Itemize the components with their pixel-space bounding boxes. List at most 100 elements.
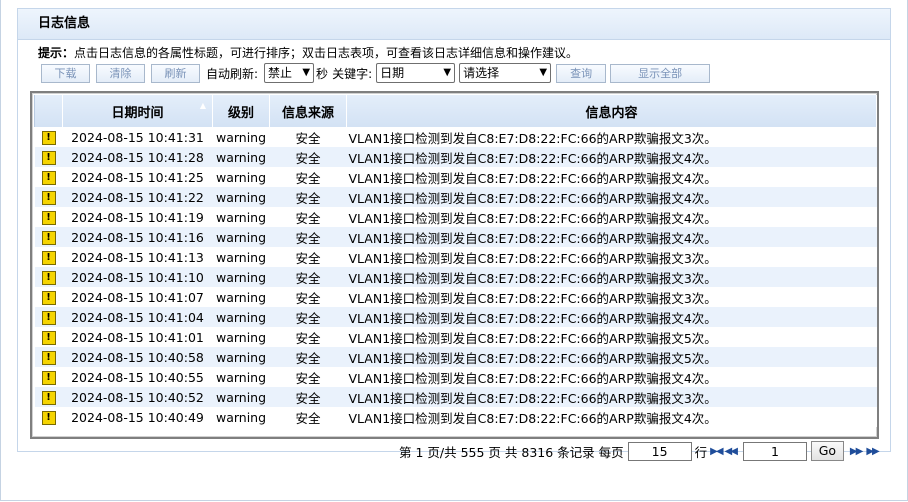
cell-message: VLAN1接口检测到发自C8:E7:D8:22:FC:66的ARP欺骗报文4次。 (346, 367, 877, 387)
header-level[interactable]: 级别 (212, 95, 270, 127)
cell-datetime: 2024-08-15 10:41:04 (62, 307, 213, 327)
cell-message: VLAN1接口检测到发自C8:E7:D8:22:FC:66的ARP欺骗报文4次。 (346, 307, 877, 327)
go-button[interactable]: Go (810, 441, 844, 461)
cell-datetime: 2024-08-15 10:40:55 (62, 367, 213, 387)
next-page-icon[interactable]: ▶▶ (850, 446, 863, 457)
clear-button[interactable]: 清除 (96, 63, 145, 83)
table-row[interactable]: ! 2024-08-15 10:40:49 warning 安全 VLAN1接口检测到发… (34, 407, 877, 427)
table-row[interactable]: ! 2024-08-15 10:41:16 warning 安全 VLAN1接口检测到发… (34, 227, 877, 247)
query-button[interactable]: 查询 (556, 63, 607, 83)
keyword-field-value: 日期 (380, 66, 405, 80)
cell-source: 安全 (269, 287, 347, 307)
warning-icon-cell: ! (34, 347, 63, 367)
auto-refresh-select[interactable]: 禁止 ▼ (264, 63, 315, 83)
cell-source: 安全 (269, 347, 347, 367)
cell-source: 安全 (269, 367, 347, 387)
warning-icon: ! (41, 130, 56, 145)
cell-datetime: 2024-08-15 10:41:13 (62, 247, 213, 267)
first-page-icon[interactable]: ▶◀ (710, 446, 723, 457)
table-row[interactable]: ! 2024-08-15 10:41:19 warning 安全 VLAN1接口检测到发… (34, 207, 877, 227)
cell-level: warning (212, 307, 270, 327)
warning-icon-cell: ! (34, 167, 63, 187)
warning-icon: ! (41, 190, 56, 205)
cell-source: 安全 (269, 207, 347, 227)
cell-datetime: 2024-08-15 10:41:28 (62, 147, 213, 167)
sort-icon: ▲ (199, 101, 206, 110)
table-row[interactable]: ! 2024-08-15 10:41:01 warning 安全 VLAN1接口检测到发… (34, 327, 877, 347)
cell-message: VLAN1接口检测到发自C8:E7:D8:22:FC:66的ARP欺骗报文3次。 (346, 387, 877, 407)
cell-source: 安全 (269, 327, 347, 347)
cell-level: warning (212, 187, 270, 207)
cell-level: warning (212, 167, 270, 187)
keyword-label: 关键字: (332, 66, 373, 81)
chevron-down-icon: ▼ (539, 67, 548, 78)
cell-datetime: 2024-08-15 10:41:10 (62, 267, 213, 287)
warning-icon: ! (41, 270, 56, 285)
warning-icon-cell: ! (34, 367, 63, 387)
header-icon-column (34, 95, 63, 127)
warning-icon: ! (41, 410, 56, 425)
table-row[interactable]: ! 2024-08-15 10:41:04 warning 安全 VLAN1接口检测到发… (34, 307, 877, 327)
warning-icon: ! (41, 290, 56, 305)
panel-title: 日志信息 (18, 9, 890, 40)
cell-source: 安全 (269, 247, 347, 267)
warning-icon: ! (41, 150, 56, 165)
refresh-button[interactable]: 刷新 (151, 63, 200, 83)
cell-source: 安全 (269, 167, 347, 187)
cell-datetime: 2024-08-15 10:41:22 (62, 187, 213, 207)
cell-datetime: 2024-08-15 10:41:01 (62, 327, 213, 347)
toolbar: 下载 清除 刷新 自动刷新: 禁止 ▼ 秒 关键字: 日期 ▼ 请选择 ▼ 查询 显示… (41, 63, 711, 83)
warning-icon: ! (41, 230, 56, 245)
warning-icon: ! (41, 390, 56, 405)
keyword-value-select[interactable]: 请选择 ▼ (459, 63, 552, 83)
chevron-down-icon: ▼ (302, 67, 311, 78)
cell-datetime: 2024-08-15 10:41:31 (62, 127, 213, 147)
table-row[interactable]: ! 2024-08-15 10:41:07 warning 安全 VLAN1接口检测到发… (34, 287, 877, 307)
table-row[interactable]: ! 2024-08-15 10:41:28 warning 安全 VLAN1接口检测到发… (34, 147, 877, 167)
cell-message: VLAN1接口检测到发自C8:E7:D8:22:FC:66的ARP欺骗报文4次。 (346, 187, 877, 207)
cell-source: 安全 (269, 187, 347, 207)
cell-level: warning (212, 407, 270, 427)
cell-datetime: 2024-08-15 10:41:25 (62, 167, 213, 187)
download-button[interactable]: 下载 (41, 63, 90, 83)
page-number-input[interactable]: 1 (742, 441, 807, 461)
table-row[interactable]: ! 2024-08-15 10:40:55 warning 安全 VLAN1接口检测到发… (34, 367, 877, 387)
last-page-icon[interactable]: ▶▶ (866, 446, 879, 457)
warning-icon: ! (41, 350, 56, 365)
table-row[interactable]: ! 2024-08-15 10:41:31 warning 安全 VLAN1接口检测到发… (34, 127, 877, 147)
log-table-container[interactable]: 日期时间 ▲ 级别 信息来源 信息内容 ! 2024-08-15 10:41:31 w… (30, 91, 879, 439)
show-all-button[interactable]: 显示全部 (610, 63, 711, 83)
log-panel: 日志信息 提示：点击日志信息的各属性标题，可进行排序；双击日志表项，可查看该日志… (17, 8, 891, 452)
table-row[interactable]: ! 2024-08-15 10:40:58 warning 安全 VLAN1接口检测到发… (34, 347, 877, 367)
cell-datetime: 2024-08-15 10:41:19 (62, 207, 213, 227)
table-row[interactable]: ! 2024-08-15 10:41:25 warning 安全 VLAN1接口检测到发… (34, 167, 877, 187)
hint-body: 点击日志信息的各属性标题，可进行排序；双击日志表项，可查看该日志详细信息和操作建… (74, 46, 579, 60)
cell-level: warning (212, 347, 270, 367)
keyword-value: 请选择 (463, 66, 500, 80)
keyword-field-select[interactable]: 日期 ▼ (376, 63, 456, 83)
per-page-input[interactable]: 15 (627, 441, 692, 461)
warning-icon-cell: ! (34, 307, 63, 327)
header-source[interactable]: 信息来源 (269, 95, 347, 127)
warning-icon-cell: ! (34, 127, 63, 147)
table-row[interactable]: ! 2024-08-15 10:41:13 warning 安全 VLAN1接口检测到发… (34, 247, 877, 267)
prev-page-icon[interactable]: ◀◀ (725, 446, 738, 457)
hint-label: 提示： (38, 46, 75, 60)
header-datetime[interactable]: 日期时间 ▲ (62, 95, 213, 127)
table-header-row: 日期时间 ▲ 级别 信息来源 信息内容 (34, 95, 877, 127)
cell-datetime: 2024-08-15 10:40:52 (62, 387, 213, 407)
header-message[interactable]: 信息内容 (346, 95, 877, 127)
pagination: 第 1 页/共 555 页 共 8316 条记录 每页 15 行 ▶◀ ◀◀ 1… (399, 441, 881, 461)
cell-message: VLAN1接口检测到发自C8:E7:D8:22:FC:66的ARP欺骗报文3次。 (346, 247, 877, 267)
cell-datetime: 2024-08-15 10:40:49 (62, 407, 213, 427)
table-row[interactable]: ! 2024-08-15 10:41:10 warning 安全 VLAN1接口检测到发… (34, 267, 877, 287)
cell-message: VLAN1接口检测到发自C8:E7:D8:22:FC:66的ARP欺骗报文4次。 (346, 167, 877, 187)
warning-icon-cell: ! (34, 287, 63, 307)
cell-message: VLAN1接口检测到发自C8:E7:D8:22:FC:66的ARP欺骗报文3次。 (346, 267, 877, 287)
cell-message: VLAN1接口检测到发自C8:E7:D8:22:FC:66的ARP欺骗报文4次。 (346, 147, 877, 167)
table-row[interactable]: ! 2024-08-15 10:40:52 warning 安全 VLAN1接口检测到发… (34, 387, 877, 407)
cell-source: 安全 (269, 307, 347, 327)
cell-source: 安全 (269, 127, 347, 147)
cell-level: warning (212, 387, 270, 407)
table-row[interactable]: ! 2024-08-15 10:41:22 warning 安全 VLAN1接口检测到发… (34, 187, 877, 207)
